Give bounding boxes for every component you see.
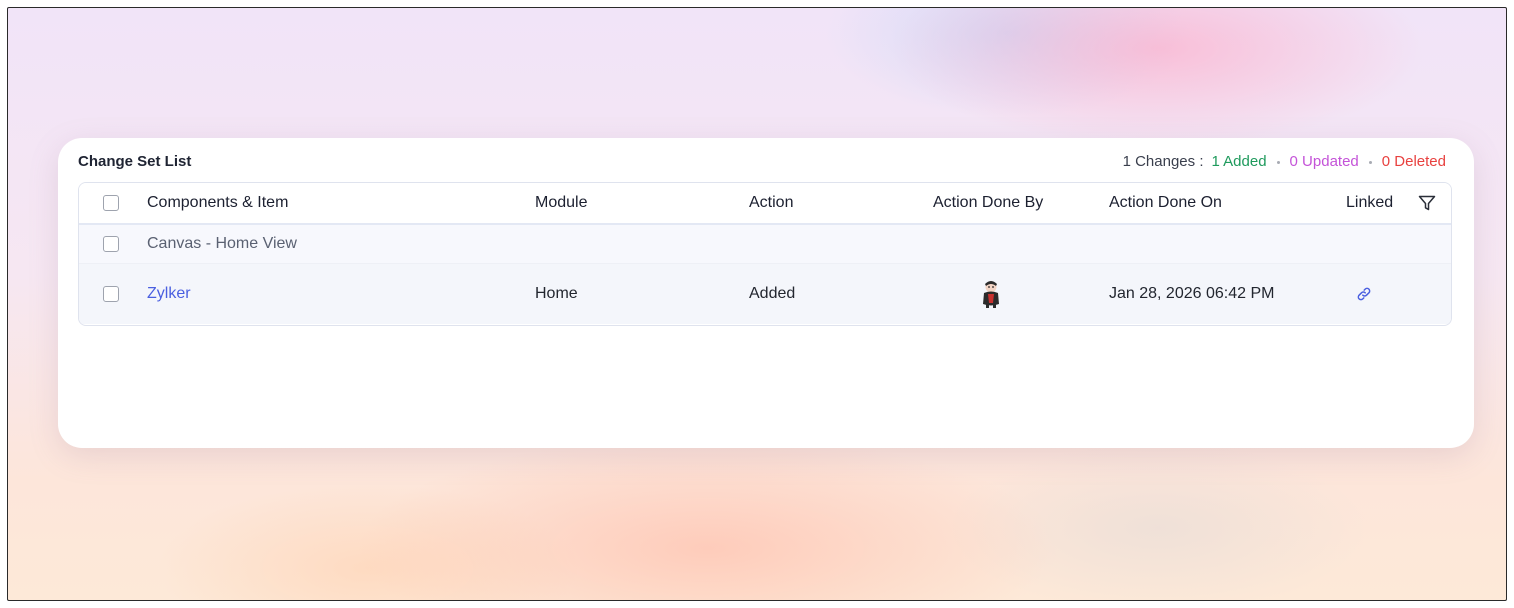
- column-header-action-done-by: Action Done By: [933, 194, 1044, 211]
- added-count[interactable]: 1 Added: [1211, 153, 1266, 170]
- filter-icon: [1418, 195, 1436, 211]
- change-set-table: Components & Item Module Action Action D…: [78, 182, 1452, 326]
- change-set-card: Change Set List 1 Changes : 1 Added 0 Up…: [58, 138, 1474, 448]
- table-row: Zylker Home Added Jan 28, 2026 06:42 PM: [79, 264, 1451, 324]
- separator-dot: [1276, 161, 1280, 164]
- column-header-action-done-on: Action Done On: [1109, 194, 1222, 211]
- filter-button[interactable]: [1417, 183, 1437, 223]
- column-header-action: Action: [749, 194, 794, 211]
- item-module: Home: [535, 285, 578, 302]
- updated-count[interactable]: 0 Updated: [1290, 153, 1359, 170]
- row-checkbox[interactable]: [103, 286, 119, 302]
- separator-dot: [1368, 161, 1372, 164]
- change-summary: 1 Changes : 1 Added 0 Updated 0 Deleted: [1123, 153, 1446, 170]
- group-checkbox[interactable]: [103, 236, 119, 252]
- item-done-on: Jan 28, 2026 06:42 PM: [1109, 285, 1275, 302]
- column-header-linked: Linked: [1346, 194, 1394, 211]
- action-done-by-avatar[interactable]: [980, 264, 1002, 324]
- select-all-checkbox[interactable]: [103, 195, 119, 211]
- column-header-module: Module: [535, 194, 588, 211]
- app-window: Change Set List 1 Changes : 1 Added 0 Up…: [7, 7, 1507, 601]
- link-icon: [1357, 287, 1371, 301]
- group-name: Canvas - Home View: [147, 235, 297, 252]
- table-header: Components & Item Module Action Action D…: [79, 183, 1451, 225]
- user-avatar: [983, 281, 999, 308]
- group-row: Canvas - Home View: [79, 225, 1451, 264]
- page-title: Change Set List: [78, 153, 192, 170]
- column-header-components: Components & Item: [147, 194, 289, 211]
- changes-count: 1 Changes :: [1122, 153, 1204, 170]
- deleted-count[interactable]: 0 Deleted: [1382, 153, 1446, 170]
- item-link[interactable]: Zylker: [147, 264, 191, 324]
- linked-button[interactable]: [1355, 264, 1373, 324]
- item-action: Added: [749, 285, 796, 302]
